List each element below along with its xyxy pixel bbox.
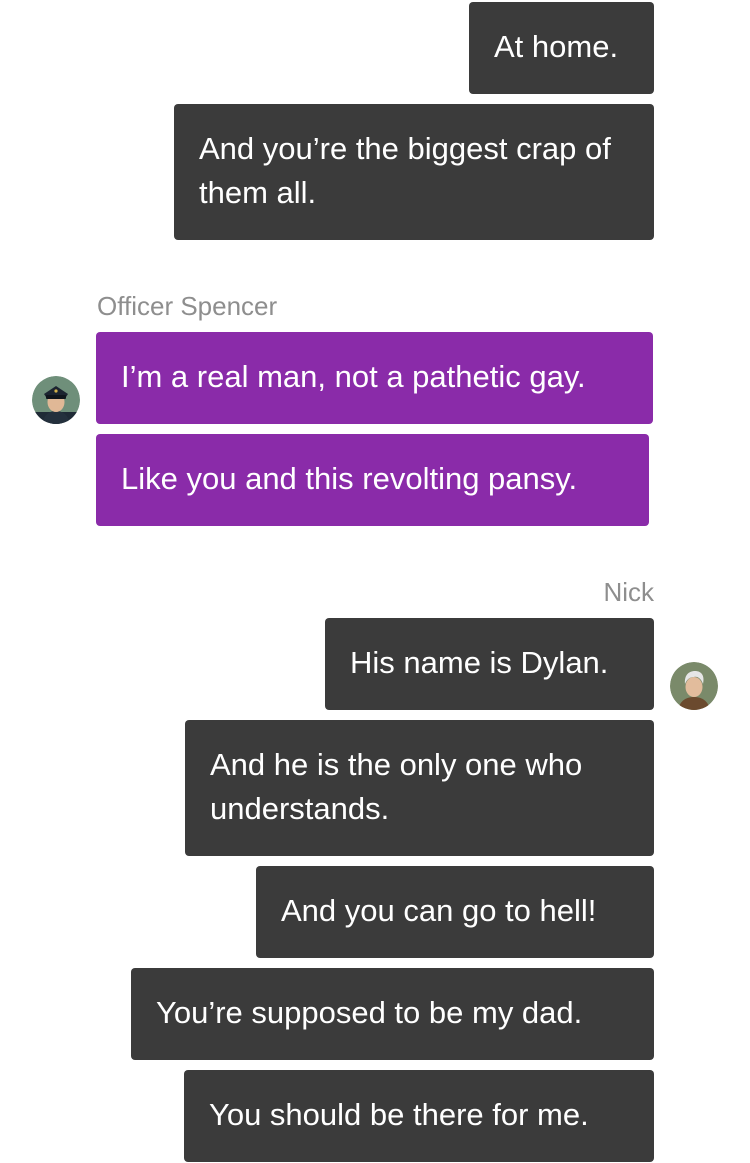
- message-bubble-outgoing[interactable]: And you’re the biggest crap of them all.: [174, 104, 654, 240]
- sender-name-officer: Officer Spencer: [97, 291, 278, 321]
- message-bubble-outgoing[interactable]: At home.: [469, 2, 654, 94]
- gray-haired-man-avatar-icon[interactable]: [670, 662, 718, 710]
- message-bubble-outgoing[interactable]: And you can go to hell!: [256, 866, 654, 958]
- chat-transcript: At home. And you’re the biggest crap of …: [0, 0, 750, 1163]
- message-bubble-outgoing[interactable]: You’re supposed to be my dad.: [131, 968, 654, 1060]
- message-bubble-outgoing[interactable]: His name is Dylan.: [325, 618, 654, 710]
- message-bubble-incoming[interactable]: Like you and this revolting pansy.: [96, 434, 649, 526]
- sender-name-nick: Nick: [603, 577, 654, 607]
- message-bubble-incoming[interactable]: I’m a real man, not a pathetic gay.: [96, 332, 653, 424]
- message-bubble-outgoing[interactable]: You should be there for me.: [184, 1070, 654, 1162]
- police-officer-avatar-icon[interactable]: [32, 376, 80, 424]
- message-bubble-outgoing[interactable]: And he is the only one who understands.: [185, 720, 654, 856]
